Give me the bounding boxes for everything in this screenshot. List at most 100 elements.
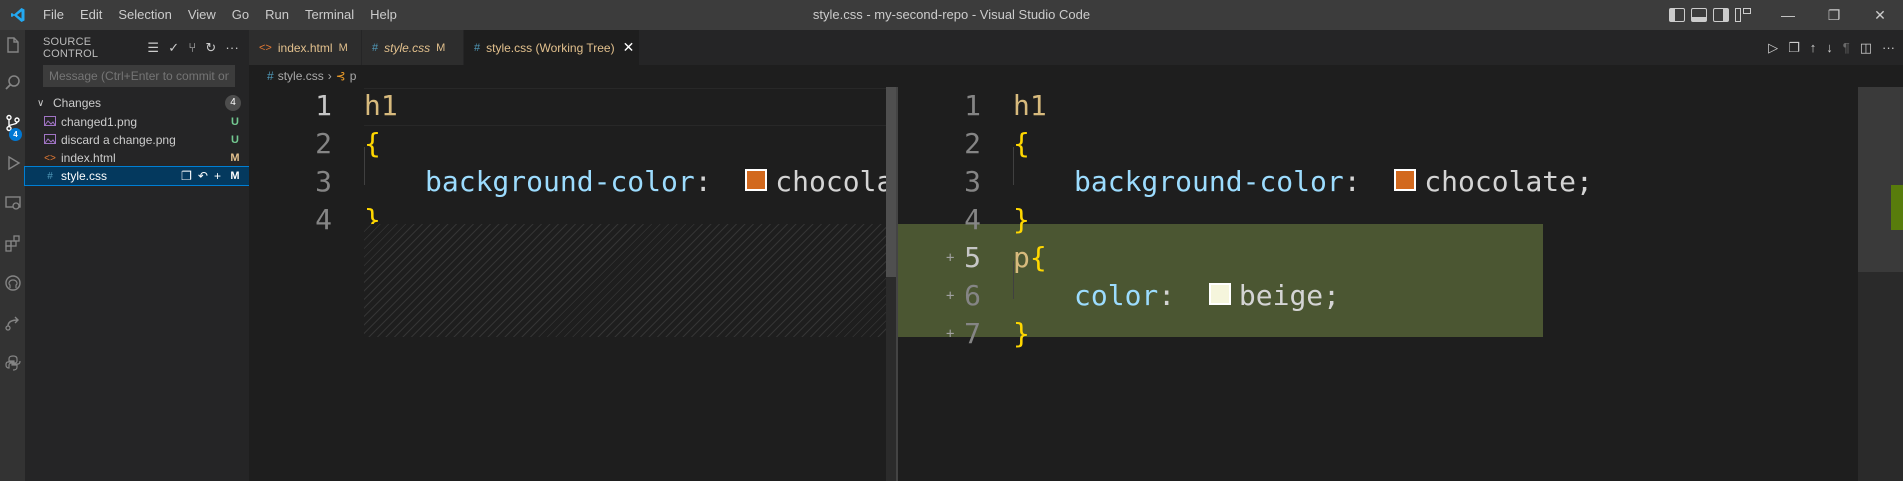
css-selector: p xyxy=(1013,241,1030,274)
line-number: 1 xyxy=(964,89,981,122)
line-code: h1 xyxy=(1013,87,1047,125)
toggle-secondary-sidebar-icon[interactable] xyxy=(1713,8,1729,22)
source-control-icon[interactable]: 4 xyxy=(0,108,25,141)
run-debug-icon[interactable] xyxy=(0,148,25,178)
menu-file[interactable]: File xyxy=(35,0,72,30)
menu-edit[interactable]: Edit xyxy=(72,0,110,30)
menu-help[interactable]: Help xyxy=(362,0,405,30)
minimap-added-marker xyxy=(1891,185,1903,230)
more-actions-icon[interactable]: ··· xyxy=(1882,40,1895,55)
discard-changes-icon[interactable]: ↶ xyxy=(198,169,208,183)
chevron-down-icon: ∨ xyxy=(37,97,45,109)
minimize-button[interactable]: — xyxy=(1765,0,1811,30)
line-code: } xyxy=(1013,201,1030,239)
file-name: discard a change.png xyxy=(61,133,176,147)
activity-bar: 4 xyxy=(0,30,25,481)
minimap-slider[interactable] xyxy=(1858,87,1903,272)
close-window-button[interactable]: ✕ xyxy=(1857,0,1903,30)
changed-file-row[interactable]: changed1.png U xyxy=(25,113,249,131)
toggle-panel-icon[interactable] xyxy=(1691,8,1707,22)
color-swatch-beige[interactable] xyxy=(1208,283,1231,305)
menu-terminal[interactable]: Terminal xyxy=(297,0,362,30)
added-line-marker: + xyxy=(946,288,955,304)
line-code: color: beige; xyxy=(1074,277,1340,315)
commit-check-icon[interactable]: ✓ xyxy=(168,40,179,56)
menu-run[interactable]: Run xyxy=(257,0,297,30)
changes-group-header[interactable]: ∨ Changes 4 xyxy=(25,93,249,113)
open-brace: { xyxy=(1029,241,1047,274)
breadcrumb-file[interactable]: style.css xyxy=(278,69,324,83)
diff-modified-pane[interactable]: 1 h1 2 { 3 background-color: chocolate; … xyxy=(898,87,1903,481)
changed-file-row[interactable]: discard a change.png U xyxy=(25,131,249,149)
colon: : xyxy=(1158,279,1176,312)
menu-go[interactable]: Go xyxy=(224,0,257,30)
line-code: { xyxy=(364,125,381,163)
sidebar-title: SOURCE CONTROL xyxy=(43,35,99,60)
restore-button[interactable]: ❐ xyxy=(1811,0,1857,30)
code-line: 2 { xyxy=(249,125,898,163)
refresh-icon[interactable]: ↻ xyxy=(205,40,216,56)
css-value: beige xyxy=(1238,279,1324,312)
open-file-icon[interactable]: ❐ xyxy=(1788,40,1800,56)
tab-index-html[interactable]: <> index.html M xyxy=(249,30,362,65)
github-icon[interactable] xyxy=(0,268,25,298)
customize-layout-icon[interactable] xyxy=(1735,8,1751,22)
menu-view[interactable]: View xyxy=(180,0,224,30)
editor-tab-bar: <> index.html M # style.css M # style.cs… xyxy=(249,30,1903,65)
semicolon: ; xyxy=(1576,165,1593,198)
css-icon: # xyxy=(47,170,53,182)
python-icon[interactable] xyxy=(0,348,25,378)
create-pull-request-icon[interactable]: ⑂ xyxy=(188,40,196,56)
image-icon xyxy=(43,115,57,129)
git-graph-icon[interactable] xyxy=(0,308,25,338)
run-icon[interactable]: ▷ xyxy=(1768,40,1778,56)
scm-count-badge: 4 xyxy=(9,128,22,141)
tab-style-css[interactable]: # style.css M xyxy=(362,30,464,65)
file-row-actions: ❐ ↶ + xyxy=(181,169,221,183)
remote-explorer-icon[interactable] xyxy=(0,188,25,218)
extensions-icon[interactable] xyxy=(0,228,25,258)
changed-file-row[interactable]: <> index.html M xyxy=(25,149,249,167)
css-property: background-color xyxy=(1074,165,1344,198)
code-line: 1 h1 xyxy=(249,87,898,125)
color-swatch-chocolate[interactable] xyxy=(745,169,768,191)
breadcrumb-symbol[interactable]: p xyxy=(350,69,357,83)
changed-file-row-selected[interactable]: # style.css ❐ ↶ + M xyxy=(24,166,250,186)
sidebar-header: SOURCE CONTROL ☰ ✓ ⑂ ↻ ··· xyxy=(25,30,249,65)
color-swatch-chocolate[interactable] xyxy=(1394,169,1417,191)
previous-change-icon[interactable]: ↑ xyxy=(1810,40,1817,55)
close-icon[interactable]: ✕ xyxy=(623,39,635,56)
code-line: 3 background-color: chocolate; xyxy=(898,163,1903,201)
search-icon[interactable] xyxy=(0,68,25,98)
menu-bar: File Edit Selection View Go Run Terminal… xyxy=(35,0,405,30)
diff-original-pane[interactable]: 1 h1 2 { 3 background-color: chocolate; … xyxy=(249,87,898,481)
stage-changes-icon[interactable]: + xyxy=(214,169,221,183)
css-value: chocolate xyxy=(1424,165,1577,198)
css-selector: h1 xyxy=(1013,89,1047,122)
changes-count-badge: 4 xyxy=(225,95,241,111)
split-editor-icon[interactable]: ◫ xyxy=(1860,40,1872,56)
layout-controls xyxy=(1669,8,1751,22)
file-status-badge: M xyxy=(230,152,240,164)
tab-label: style.css xyxy=(384,40,431,55)
menu-selection[interactable]: Selection xyxy=(110,0,179,30)
commit-message-input[interactable] xyxy=(43,65,235,87)
code-line: 3 background-color: chocolate; xyxy=(249,163,898,201)
diff-filler-hatch xyxy=(364,224,898,337)
open-file-icon[interactable]: ❐ xyxy=(181,169,192,183)
view-as-tree-icon[interactable]: ☰ xyxy=(147,40,159,56)
explorer-icon[interactable] xyxy=(0,30,25,60)
line-code: p{ xyxy=(1013,239,1047,277)
scrollbar-thumb[interactable] xyxy=(886,87,896,277)
next-change-icon[interactable]: ↓ xyxy=(1826,40,1833,55)
toggle-primary-sidebar-icon[interactable] xyxy=(1669,8,1685,22)
tab-modified-badge: M xyxy=(338,41,348,54)
breadcrumb: # style.css › ⊰ p xyxy=(249,65,1903,87)
tab-style-css-working-tree[interactable]: # style.css (Working Tree) ✕ xyxy=(464,30,640,65)
more-actions-icon[interactable]: ··· xyxy=(225,40,239,56)
tab-label: index.html xyxy=(277,40,333,55)
css-value: chocolate xyxy=(775,165,898,198)
show-whitespace-icon[interactable]: ¶ xyxy=(1843,40,1850,55)
title-bar: File Edit Selection View Go Run Terminal… xyxy=(0,0,1903,30)
sidebar-actions: ☰ ✓ ⑂ ↻ ··· xyxy=(147,40,239,56)
